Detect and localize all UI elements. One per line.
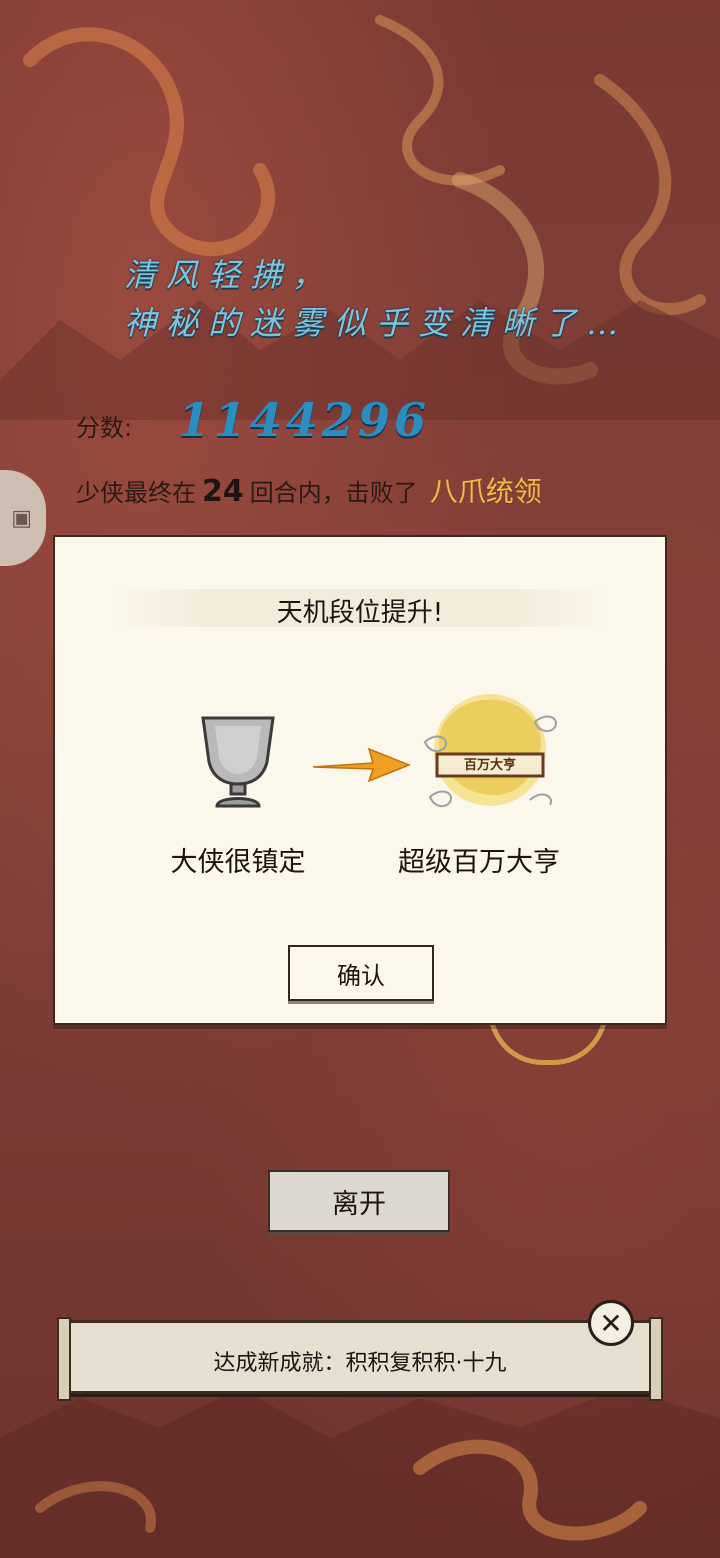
boss-name: 八爪统领 <box>429 475 542 508</box>
new-rank-label: 超级百万大亨 <box>398 847 560 878</box>
narrative-line-1: 清风轻拂， <box>124 256 335 294</box>
flame-cloud-decoration-top <box>0 15 720 420</box>
badge-plaque-text: 百万大亨 <box>463 758 516 773</box>
narrative-line-2: 神秘的迷雾似乎变清晰了… <box>124 304 629 342</box>
close-icon: ✕ <box>599 1306 623 1340</box>
battle-rounds: 24 <box>202 474 244 509</box>
battle-summary: 少侠最终在 24 回合内，击败了 八爪统领 <box>76 470 542 510</box>
dragon-rank-badge-icon <box>423 694 557 808</box>
battle-middle: 回合内，击败了 <box>249 479 418 507</box>
achievement-text: 达成新成就：积积复积积·十九 <box>213 1351 507 1376</box>
achievement-banner: 达成新成就：积积复积积·十九 <box>57 1317 663 1401</box>
old-rank-label: 大侠很镇定 <box>170 847 306 878</box>
leave-button[interactable]: 离开 <box>268 1170 450 1232</box>
score-value: 1144296 <box>178 393 431 447</box>
confirm-button[interactable]: 确认 <box>288 945 434 1001</box>
rank-up-dialog: 天机段位提升! 百万大亨 大侠很镇定 超级百万大亨 确认 <box>53 535 667 1025</box>
arrow-right-icon <box>312 747 411 783</box>
silver-cup-icon <box>201 716 275 808</box>
side-tab-icon: ▣ <box>11 505 32 531</box>
score-label: 分数: <box>76 414 133 442</box>
dialog-title: 天机段位提升! <box>276 598 444 628</box>
battle-prefix: 少侠最终在 <box>76 479 196 507</box>
close-achievement-button[interactable]: ✕ <box>588 1300 634 1346</box>
